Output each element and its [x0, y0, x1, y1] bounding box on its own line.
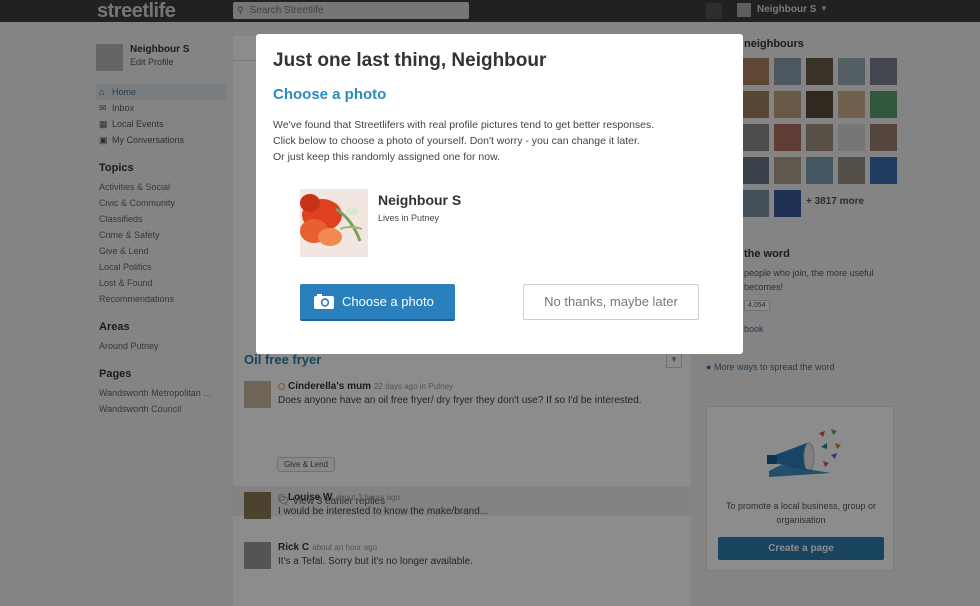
dialog-body-line: Or just keep this randomly assigned one … — [273, 151, 501, 163]
dialog-body-line: Click below to choose a photo of yoursel… — [273, 135, 640, 147]
dialog-subtitle: Choose a photo — [273, 86, 387, 103]
dialog-body: We've found that Streetlifers with real … — [273, 117, 733, 165]
dialog-title: Just one last thing, Neighbour — [273, 50, 547, 71]
dialog-user-location: Lives in Putney — [378, 213, 440, 223]
choose-photo-button[interactable]: Choose a photo — [300, 284, 455, 321]
choose-photo-dialog: Just one last thing, Neighbour Choose a … — [256, 34, 743, 354]
profile-photo — [300, 189, 368, 257]
dialog-body-line: We've found that Streetlifers with real … — [273, 119, 655, 131]
camera-icon — [314, 294, 334, 309]
choose-photo-label: Choose a photo — [342, 294, 434, 309]
dialog-user-name: Neighbour S — [378, 192, 462, 208]
no-thanks-button[interactable]: No thanks, maybe later — [523, 284, 699, 320]
